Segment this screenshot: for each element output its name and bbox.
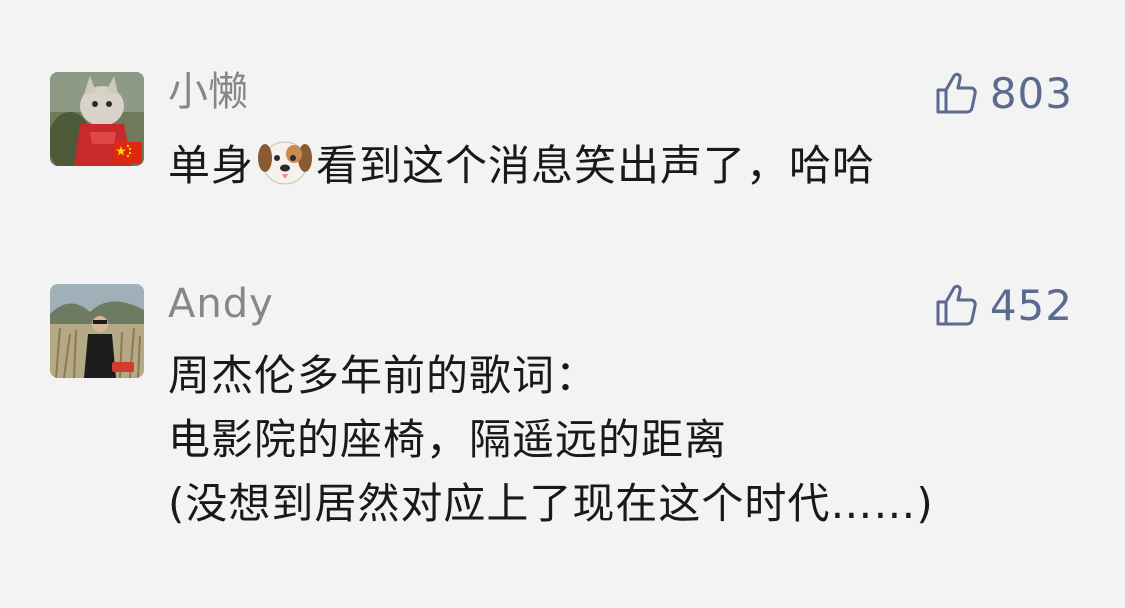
comment-text-part: 看到这个消息笑出声了，哈哈	[316, 141, 876, 190]
comment-text-line: (没想到居然对应上了现在这个时代……)	[168, 479, 934, 528]
like-count: 803	[989, 69, 1073, 118]
dog-face-emoji-icon	[256, 132, 314, 190]
comment-username[interactable]: 小懒	[168, 66, 248, 118]
comment-text: 周杰伦多年前的歌词： 电影院的座椅，隔遥远的距离 (没想到居然对应上了现在这个时…	[168, 344, 1068, 536]
like-button[interactable]: 803	[932, 68, 1073, 120]
like-count: 452	[989, 281, 1073, 330]
china-flag-icon	[114, 142, 142, 164]
comment-text-line: 周杰伦多年前的歌词：	[168, 351, 599, 400]
user-avatar[interactable]	[50, 72, 144, 166]
person-photo-avatar-icon	[50, 284, 144, 378]
thumbs-up-icon	[936, 72, 977, 114]
comment-text-line: 电影院的座椅，隔遥远的距离	[168, 415, 728, 464]
comment-username[interactable]: Andy	[168, 278, 274, 330]
comment-text: 单身 看到这个消息笑出声了，哈哈	[168, 132, 1068, 198]
thumbs-up-icon	[936, 284, 977, 326]
user-avatar[interactable]	[50, 284, 144, 378]
comment-text-part: 单身	[168, 141, 255, 190]
like-button[interactable]: 452	[932, 280, 1073, 332]
